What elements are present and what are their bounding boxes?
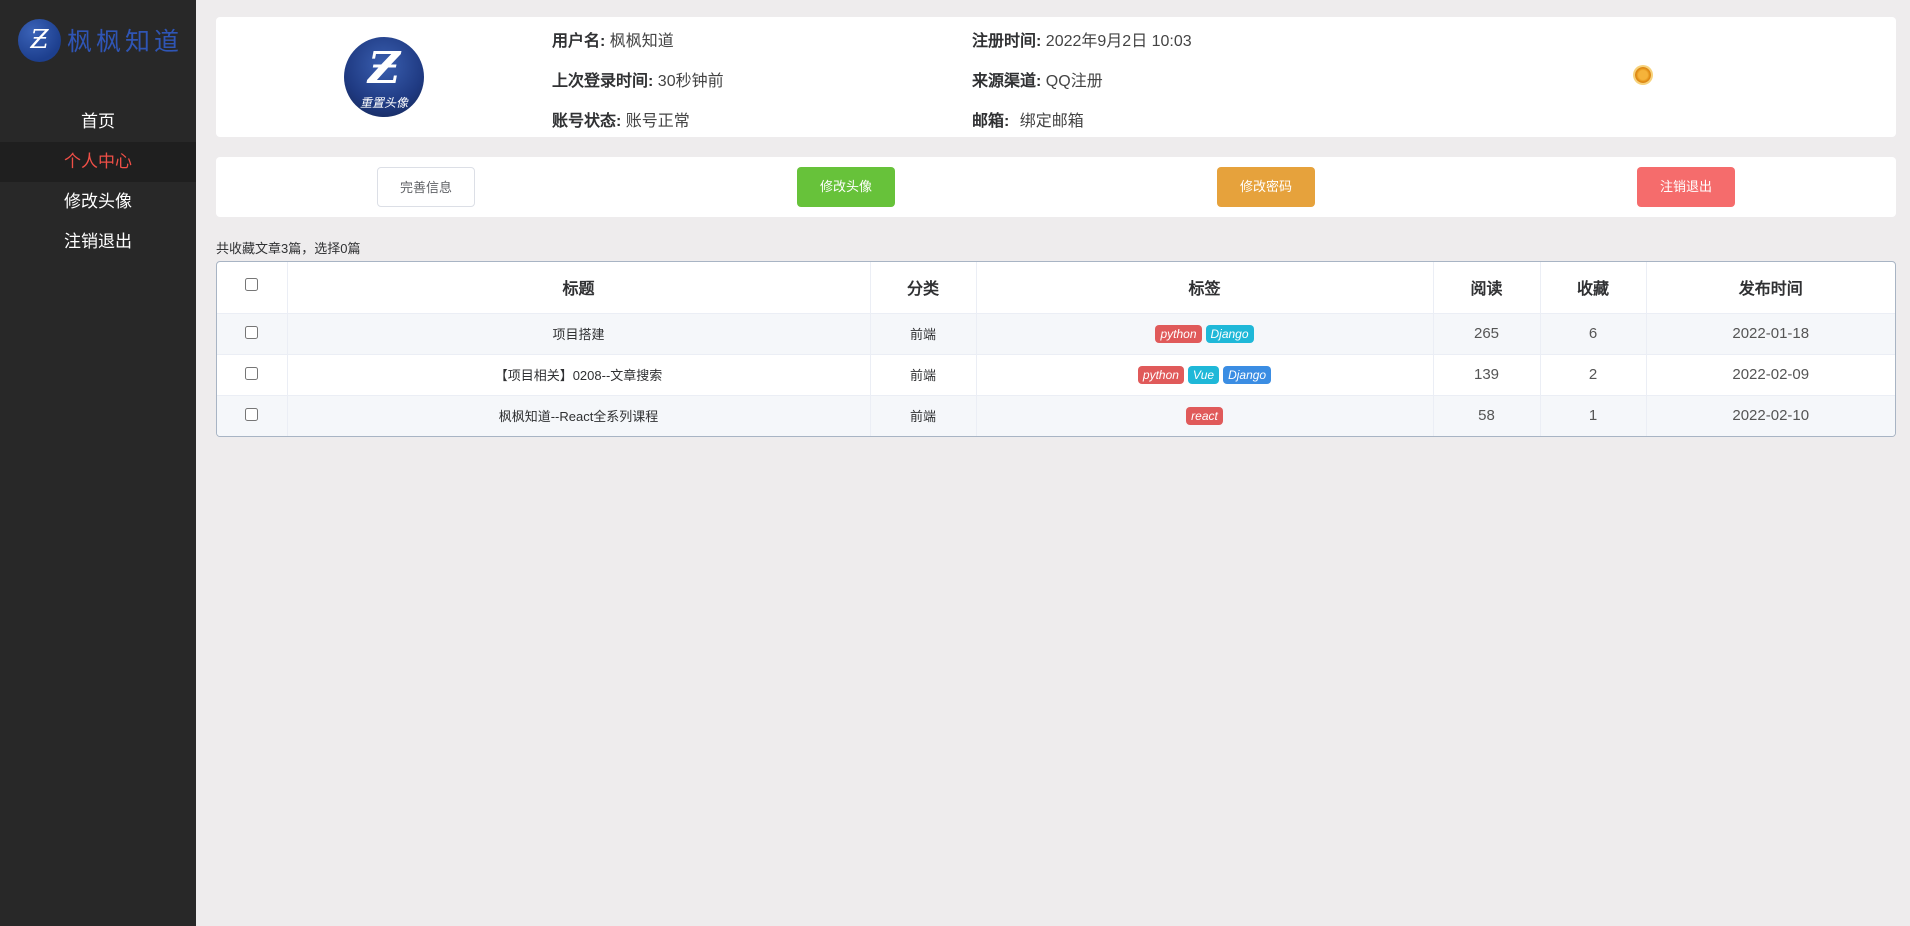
article-reads: 139	[1433, 354, 1541, 396]
register-value: 2022年9月2日 10:03	[1045, 33, 1192, 50]
tag-badge[interactable]: python	[1137, 365, 1184, 384]
register-row: 注册时间: 2022年9月2日 10:03	[972, 27, 1192, 51]
table-row[interactable]: 项目搭建 前端 python Django 265 6 2022-01-18	[217, 313, 1895, 355]
row-select-cell	[217, 354, 288, 396]
column-header-category: 分类	[870, 262, 977, 314]
column-header-publish-date: 发布时间	[1646, 262, 1895, 314]
avatar-reset-caption[interactable]: 重置头像	[344, 94, 424, 111]
source-value: QQ注册	[1045, 73, 1103, 90]
table-row[interactable]: 【项目相关】0208--文章搜索 前端 python Vue Django 139 …	[217, 354, 1895, 396]
tag-badge[interactable]: Django	[1223, 365, 1272, 384]
email-value[interactable]: 绑定邮箱	[1020, 113, 1084, 130]
article-category: 前端	[870, 313, 977, 355]
tag-badge[interactable]: python	[1155, 324, 1202, 343]
email-row: 邮箱: 绑定邮箱	[972, 107, 1084, 131]
table-header-row: 标题 分类 标签 阅读 收藏 发布时间	[217, 262, 1895, 314]
row-select-cell	[217, 313, 288, 355]
article-favorites: 1	[1540, 395, 1647, 436]
sidebar-item-personal-center[interactable]: 个人中心	[0, 142, 196, 182]
row-select-cell	[217, 395, 288, 436]
avatar-logo-icon: Ƶ	[367, 43, 401, 94]
select-all-checkbox[interactable]	[245, 278, 259, 292]
logo-mark-icon: Ƶ	[18, 18, 61, 62]
sidebar-item-change-avatar[interactable]: 修改头像	[0, 182, 196, 222]
last-login-label: 上次登录时间:	[552, 73, 654, 90]
status-value: 账号正常	[625, 113, 690, 130]
article-title[interactable]: 枫枫知道--React全系列课程	[287, 395, 871, 436]
article-publish-date: 2022-02-10	[1646, 395, 1895, 436]
change-password-button[interactable]: 修改密码	[1217, 167, 1315, 207]
tag-badge[interactable]: react	[1186, 406, 1223, 425]
row-checkbox[interactable]	[245, 407, 259, 421]
article-publish-date: 2022-01-18	[1646, 313, 1895, 355]
sidebar: Ƶ 枫枫知道 首页 个人中心 修改头像 注销退出	[0, 0, 196, 926]
sidebar-item-home[interactable]: 首页	[0, 102, 196, 142]
tag-badge[interactable]: Vue	[1187, 365, 1220, 384]
article-tags: python Django	[976, 313, 1434, 355]
logo-text: 枫枫知道	[67, 27, 184, 56]
profile-card: Ƶ 重置头像 用户名: 枫枫知道 上次登录时间: 30秒钟前 账号状态: 账号正…	[216, 17, 1896, 137]
article-reads: 265	[1433, 313, 1541, 355]
last-login-row: 上次登录时间: 30秒钟前	[552, 67, 724, 91]
row-checkbox[interactable]	[245, 366, 259, 380]
sidebar-item-logout[interactable]: 注销退出	[0, 222, 196, 262]
article-category: 前端	[870, 395, 977, 436]
complete-info-button[interactable]: 完善信息	[377, 167, 475, 207]
row-checkbox[interactable]	[245, 325, 259, 339]
column-header-favorites: 收藏	[1540, 262, 1647, 314]
last-login-value: 30秒钟前	[657, 73, 724, 90]
article-title[interactable]: 项目搭建	[287, 313, 871, 355]
article-publish-date: 2022-02-09	[1646, 354, 1895, 396]
article-tags: react	[976, 395, 1434, 436]
column-header-title: 标题	[287, 262, 871, 314]
favorites-table: 标题 分类 标签 阅读 收藏 发布时间 项目搭建 前端 python Django…	[216, 261, 1896, 437]
article-tags: python Vue Django	[976, 354, 1434, 396]
username-value: 枫枫知道	[609, 33, 674, 50]
article-category: 前端	[870, 354, 977, 396]
collection-summary: 共收藏文章3篇，选择0篇	[216, 241, 361, 256]
theme-toggle-sun-icon[interactable]	[1635, 67, 1651, 83]
logo[interactable]: Ƶ 枫枫知道	[18, 18, 183, 62]
register-label: 注册时间:	[972, 33, 1042, 50]
username-label: 用户名:	[552, 33, 606, 50]
sidebar-nav: 首页 个人中心 修改头像 注销退出	[0, 102, 196, 262]
article-title[interactable]: 【项目相关】0208--文章搜索	[287, 354, 871, 396]
source-row: 来源渠道: QQ注册	[972, 67, 1103, 91]
change-avatar-button[interactable]: 修改头像	[797, 167, 895, 207]
column-header-reads: 阅读	[1433, 262, 1541, 314]
source-label: 来源渠道:	[972, 73, 1042, 90]
avatar[interactable]: Ƶ 重置头像	[344, 37, 424, 117]
select-all-cell	[217, 262, 288, 314]
column-header-tags: 标签	[976, 262, 1434, 314]
article-favorites: 2	[1540, 354, 1647, 396]
table-row[interactable]: 枫枫知道--React全系列课程 前端 react 58 1 2022-02-1…	[217, 395, 1895, 436]
username-row: 用户名: 枫枫知道	[552, 27, 674, 51]
tag-badge[interactable]: Django	[1205, 324, 1254, 343]
status-row: 账号状态: 账号正常	[552, 107, 690, 131]
logout-button[interactable]: 注销退出	[1637, 167, 1735, 207]
article-favorites: 6	[1540, 313, 1647, 355]
status-label: 账号状态:	[552, 113, 622, 130]
actions-card: 完善信息 修改头像 修改密码 注销退出	[216, 157, 1896, 217]
email-label: 邮箱:	[972, 113, 1010, 130]
article-reads: 58	[1433, 395, 1541, 436]
